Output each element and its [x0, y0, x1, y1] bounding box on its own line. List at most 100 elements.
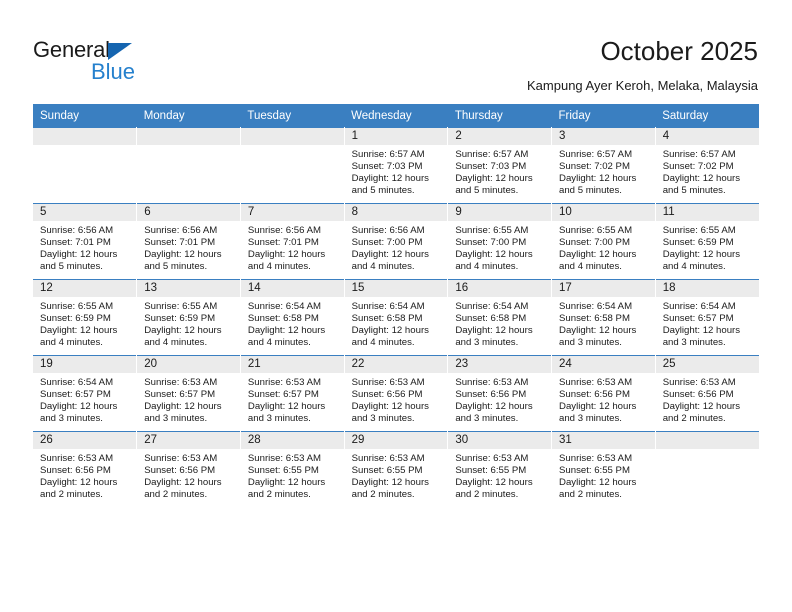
day-cell-body: Sunrise: 6:53 AM Sunset: 6:55 PM Daylight:… — [448, 449, 551, 501]
calendar-day-cell[interactable]: 24 Sunrise: 6:53 AM Sunset: 6:56 PM Dayligh… — [551, 355, 656, 432]
calendar-day-cell[interactable]: 26 Sunrise: 6:53 AM Sunset: 6:56 PM Dayligh… — [33, 431, 138, 507]
day-daylight-text: Daylight: 12 hours — [662, 173, 741, 185]
day-cell-body: Sunrise: 6:56 AM Sunset: 7:01 PM Daylight:… — [241, 221, 344, 273]
day-sunrise-text: Sunrise: 6:53 AM — [559, 453, 633, 464]
calendar-day-cell-empty[interactable] — [240, 127, 345, 204]
day-cell-body: Sunrise: 6:55 AM Sunset: 6:59 PM Daylight:… — [33, 297, 136, 349]
calendar-day-cell[interactable]: 8 Sunrise: 6:56 AM Sunset: 7:00 PM Daylight… — [344, 203, 449, 280]
day-cell-body: Sunrise: 6:53 AM Sunset: 6:56 PM Daylight:… — [448, 373, 551, 425]
day-sunset-text: Sunset: 6:57 PM — [247, 389, 319, 401]
calendar-day-cell-empty[interactable] — [655, 431, 759, 507]
day-cell-body: Sunrise: 6:57 AM Sunset: 7:02 PM Daylight:… — [656, 145, 759, 197]
calendar-day-cell[interactable]: 23 Sunrise: 6:53 AM Sunset: 6:56 PM Dayligh… — [447, 355, 553, 432]
day-sunset-text: Sunset: 6:58 PM — [455, 313, 527, 325]
day-daylight-text: Daylight: 12 hours — [247, 401, 326, 413]
calendar-day-cell[interactable]: 2 Sunrise: 6:57 AM Sunset: 7:03 PM Daylight… — [447, 127, 553, 204]
day-daylight-text: Daylight: 12 hours — [351, 401, 429, 413]
calendar-day-cell-empty[interactable] — [136, 127, 241, 204]
calendar-day-cell[interactable]: 3 Sunrise: 6:57 AM Sunset: 7:02 PM Daylight… — [551, 127, 656, 204]
calendar-week-row: 26 Sunrise: 6:53 AM Sunset: 6:56 PM Dayligh… — [33, 431, 759, 507]
day-number-band — [240, 128, 344, 145]
calendar-day-cell[interactable]: 4 Sunrise: 6:57 AM Sunset: 7:02 PM Daylight… — [655, 127, 759, 204]
day-daylight-text: and 3 minutes. — [144, 413, 208, 425]
calendar-day-cell[interactable]: 9 Sunrise: 6:55 AM Sunset: 7:00 PM Daylight… — [447, 203, 553, 280]
day-sunset-text: Sunset: 7:00 PM — [559, 237, 630, 249]
calendar-day-cell[interactable]: 19 Sunrise: 6:54 AM Sunset: 6:57 PM Dayligh… — [33, 355, 138, 432]
calendar-day-cell[interactable]: 20 Sunrise: 6:53 AM Sunset: 6:57 PM Dayligh… — [136, 355, 241, 432]
day-cell-body: Sunrise: 6:57 AM Sunset: 7:03 PM Daylight:… — [345, 145, 448, 197]
day-sunset-text: Sunset: 6:57 PM — [40, 389, 111, 401]
day-daylight-text: Daylight: 12 hours — [559, 401, 637, 413]
calendar-day-cell[interactable]: 31 Sunrise: 6:53 AM Sunset: 6:55 PM Dayligh… — [551, 431, 656, 507]
day-sunset-text: Sunset: 6:56 PM — [351, 389, 423, 401]
day-number: 25 — [655, 356, 759, 373]
day-number: 23 — [448, 356, 552, 373]
day-cell-body: Sunrise: 6:53 AM Sunset: 6:56 PM Daylight:… — [33, 449, 136, 501]
day-sunrise-text: Sunrise: 6:53 AM — [662, 377, 736, 388]
day-cell-body: Sunrise: 6:55 AM Sunset: 6:59 PM Daylight:… — [137, 297, 240, 349]
day-sunrise-text: Sunrise: 6:57 AM — [662, 149, 736, 160]
calendar-day-cell[interactable]: 28 Sunrise: 6:53 AM Sunset: 6:55 PM Dayligh… — [240, 431, 345, 507]
day-number: 15 — [344, 280, 448, 297]
day-daylight-text: Daylight: 12 hours — [351, 477, 429, 489]
calendar-day-cell[interactable]: 29 Sunrise: 6:53 AM Sunset: 6:55 PM Dayligh… — [344, 431, 449, 507]
day-daylight-text: Daylight: 12 hours — [40, 325, 118, 337]
day-cell-body: Sunrise: 6:53 AM Sunset: 6:56 PM Daylight:… — [137, 449, 240, 501]
day-cell-body: Sunrise: 6:56 AM Sunset: 7:01 PM Daylight:… — [137, 221, 240, 273]
calendar-day-cell[interactable]: 22 Sunrise: 6:53 AM Sunset: 6:56 PM Dayligh… — [344, 355, 449, 432]
calendar-week-row: 1 Sunrise: 6:57 AM Sunset: 7:03 PM Daylight… — [33, 127, 759, 204]
calendar-page: General Blue October 2025 Kampung Ayer K… — [0, 0, 792, 612]
day-daylight-text: and 3 minutes. — [559, 413, 622, 425]
day-sunrise-text: Sunrise: 6:53 AM — [40, 453, 114, 464]
calendar-day-cell[interactable]: 18 Sunrise: 6:54 AM Sunset: 6:57 PM Dayligh… — [655, 279, 759, 356]
day-cell-body: Sunrise: 6:54 AM Sunset: 6:58 PM Daylight:… — [448, 297, 551, 349]
day-cell-body: Sunrise: 6:55 AM Sunset: 7:00 PM Daylight:… — [552, 221, 655, 273]
day-cell-body: Sunrise: 6:56 AM Sunset: 7:01 PM Daylight:… — [33, 221, 136, 273]
day-daylight-text: Daylight: 12 hours — [455, 477, 533, 489]
day-sunset-text: Sunset: 7:00 PM — [351, 237, 423, 249]
day-daylight-text: and 3 minutes. — [559, 337, 622, 349]
calendar-day-cell[interactable]: 30 Sunrise: 6:53 AM Sunset: 6:55 PM Dayligh… — [447, 431, 553, 507]
day-sunset-text: Sunset: 6:58 PM — [247, 313, 319, 325]
calendar-day-cell[interactable]: 15 Sunrise: 6:54 AM Sunset: 6:58 PM Dayligh… — [344, 279, 449, 356]
day-number: 14 — [240, 280, 344, 297]
day-cell-body: Sunrise: 6:53 AM Sunset: 6:55 PM Daylight:… — [552, 449, 655, 501]
calendar-day-cell[interactable]: 1 Sunrise: 6:57 AM Sunset: 7:03 PM Daylight… — [344, 127, 449, 204]
day-daylight-text: Daylight: 12 hours — [559, 477, 637, 489]
calendar-day-cell[interactable]: 27 Sunrise: 6:53 AM Sunset: 6:56 PM Dayligh… — [136, 431, 241, 507]
calendar-day-cell[interactable]: 10 Sunrise: 6:55 AM Sunset: 7:00 PM Dayligh… — [551, 203, 656, 280]
day-sunset-text: Sunset: 6:57 PM — [662, 313, 734, 325]
day-sunrise-text: Sunrise: 6:54 AM — [559, 301, 633, 312]
calendar-day-cell[interactable]: 12 Sunrise: 6:55 AM Sunset: 6:59 PM Dayligh… — [33, 279, 138, 356]
calendar-day-cell[interactable]: 13 Sunrise: 6:55 AM Sunset: 6:59 PM Dayligh… — [136, 279, 241, 356]
day-number: 19 — [33, 356, 137, 373]
day-cell-body: Sunrise: 6:55 AM Sunset: 6:59 PM Daylight:… — [656, 221, 759, 273]
day-daylight-text: and 4 minutes. — [351, 337, 415, 349]
day-number: 29 — [344, 432, 448, 449]
calendar-day-cell[interactable]: 5 Sunrise: 6:56 AM Sunset: 7:01 PM Daylight… — [33, 203, 138, 280]
day-cell-body: Sunrise: 6:54 AM Sunset: 6:58 PM Daylight:… — [345, 297, 448, 349]
calendar-day-cell[interactable]: 16 Sunrise: 6:54 AM Sunset: 6:58 PM Dayligh… — [447, 279, 553, 356]
day-number: 9 — [448, 204, 552, 221]
day-daylight-text: Daylight: 12 hours — [247, 477, 326, 489]
day-sunset-text: Sunset: 6:56 PM — [144, 465, 216, 477]
calendar-grid: Sunday Monday Tuesday Wednesday Thursday… — [33, 104, 759, 507]
day-daylight-text: and 4 minutes. — [144, 337, 208, 349]
calendar-day-cell[interactable]: 17 Sunrise: 6:54 AM Sunset: 6:58 PM Dayligh… — [551, 279, 656, 356]
calendar-day-cell[interactable]: 7 Sunrise: 6:56 AM Sunset: 7:01 PM Daylight… — [240, 203, 345, 280]
calendar-day-cell[interactable]: 6 Sunrise: 6:56 AM Sunset: 7:01 PM Daylight… — [136, 203, 241, 280]
page-header: General Blue October 2025 Kampung Ayer K… — [0, 0, 792, 104]
calendar-day-cell[interactable]: 25 Sunrise: 6:53 AM Sunset: 6:56 PM Dayligh… — [655, 355, 759, 432]
day-sunrise-text: Sunrise: 6:54 AM — [40, 377, 114, 388]
day-daylight-text: and 2 minutes. — [247, 489, 311, 501]
day-sunrise-text: Sunrise: 6:53 AM — [144, 377, 218, 388]
calendar-day-cell[interactable]: 14 Sunrise: 6:54 AM Sunset: 6:58 PM Dayligh… — [240, 279, 345, 356]
calendar-day-cell[interactable]: 21 Sunrise: 6:53 AM Sunset: 6:57 PM Dayligh… — [240, 355, 345, 432]
weekday-header-sunday: Sunday — [33, 104, 137, 128]
day-sunrise-text: Sunrise: 6:53 AM — [455, 453, 529, 464]
day-number: 10 — [552, 204, 655, 221]
day-sunset-text: Sunset: 6:59 PM — [40, 313, 111, 325]
day-number: 11 — [655, 204, 759, 221]
calendar-day-cell[interactable]: 11 Sunrise: 6:55 AM Sunset: 6:59 PM Dayligh… — [655, 203, 759, 280]
calendar-day-cell-empty[interactable] — [33, 127, 138, 204]
